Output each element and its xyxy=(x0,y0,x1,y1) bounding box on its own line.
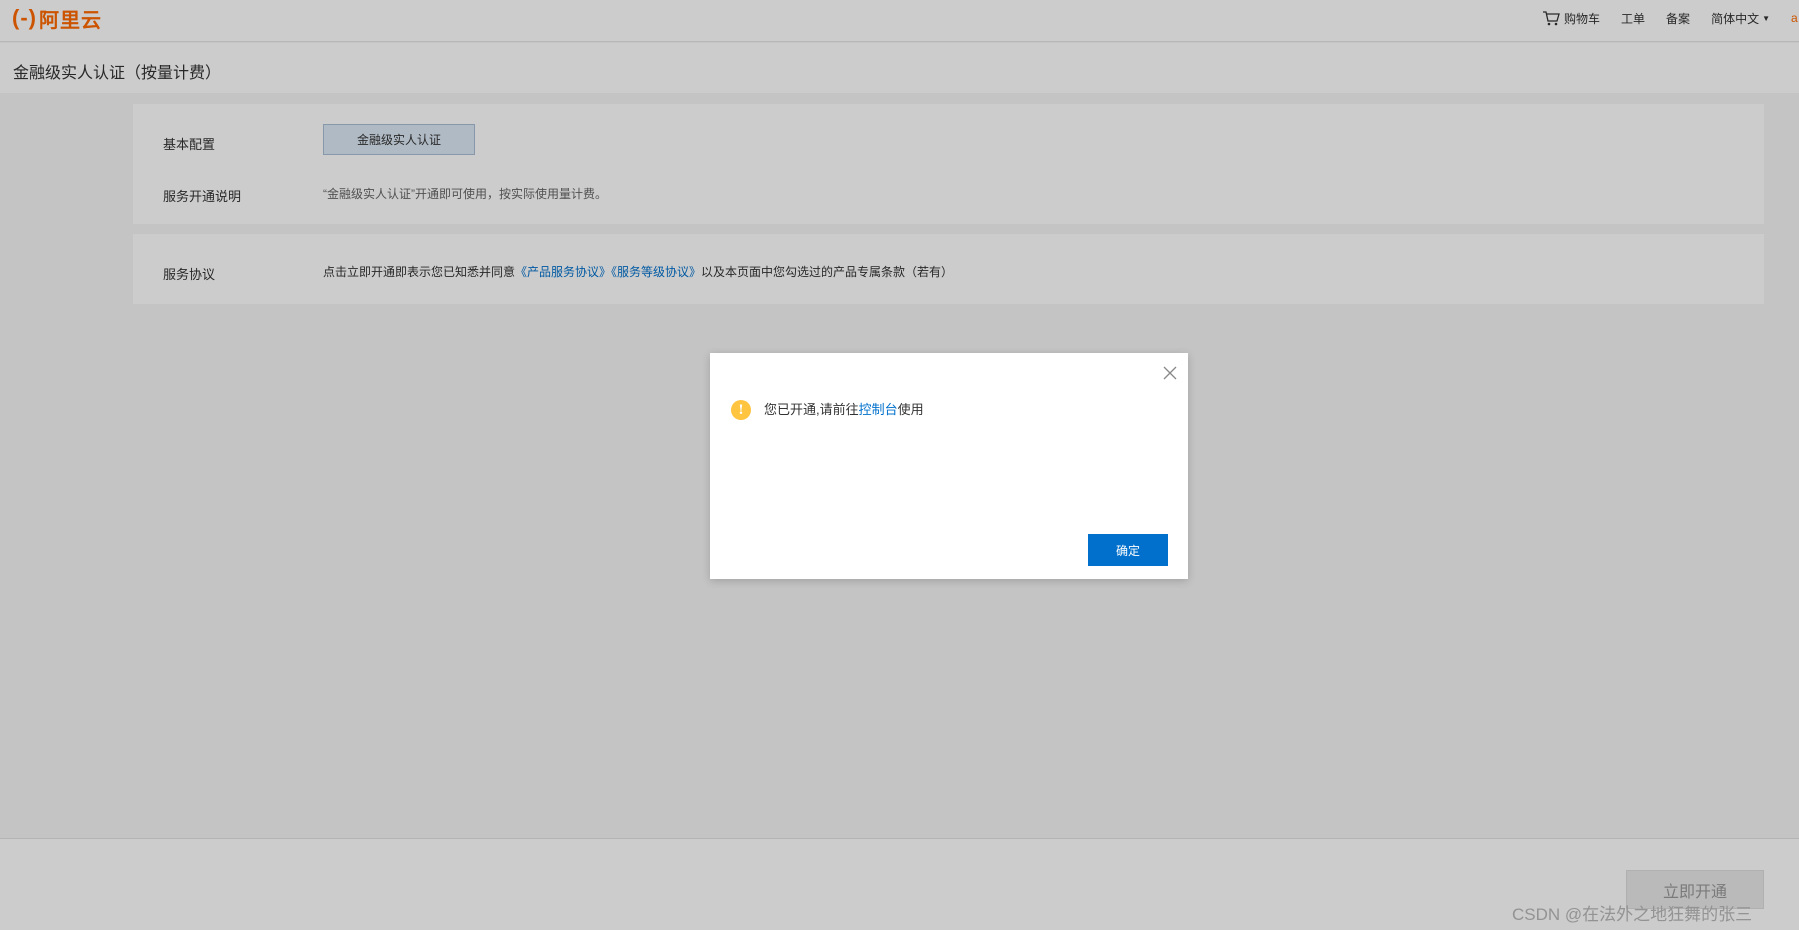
notice-dialog: ! 您已开通,请前往控制台使用 确定 xyxy=(710,353,1188,579)
confirm-button[interactable]: 确定 xyxy=(1088,534,1168,566)
dialog-msg-suffix: 使用 xyxy=(897,402,924,417)
console-link[interactable]: 控制台 xyxy=(859,402,898,417)
close-icon[interactable] xyxy=(1162,365,1178,381)
warning-glyph: ! xyxy=(738,402,744,418)
dialog-msg-prefix: 您已开通,请前往 xyxy=(764,402,859,417)
dialog-message: 您已开通,请前往控制台使用 xyxy=(764,399,924,418)
warning-icon: ! xyxy=(731,400,751,420)
